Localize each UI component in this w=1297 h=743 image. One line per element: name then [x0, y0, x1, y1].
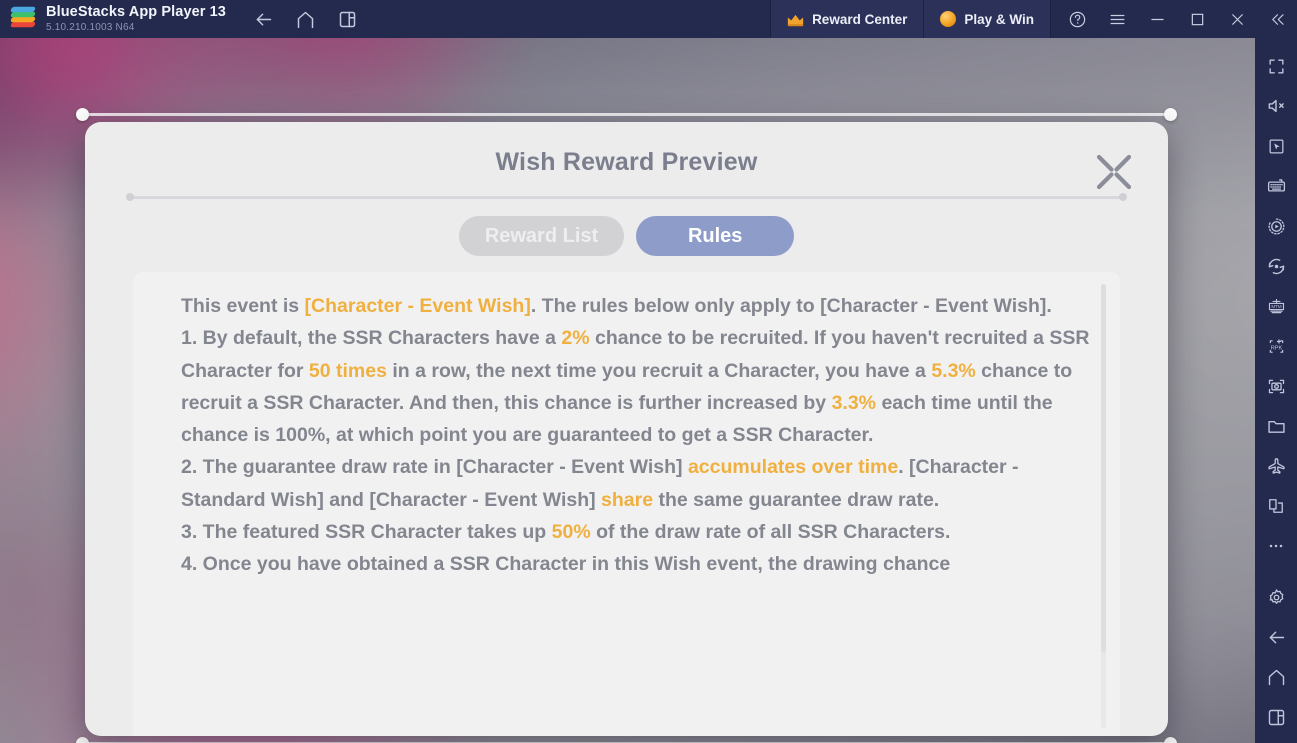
mtm-icon[interactable]: MTM	[1256, 286, 1296, 326]
coin-icon	[940, 11, 957, 27]
dialog-corner-node-top-left	[76, 108, 89, 121]
crown-icon	[787, 13, 804, 26]
mute-icon[interactable]	[1256, 86, 1296, 126]
window-titlebar: BlueStacks App Player 13 5.10.210.1003 N…	[0, 0, 1297, 38]
rule-paragraph: 2. The guarantee draw rate in [Character…	[181, 451, 1090, 516]
tab-rules-label: Rules	[687, 224, 743, 247]
app-title: BlueStacks App Player 13	[46, 3, 226, 20]
dialog-surface: Wish Reward Preview Reward List Rules Th…	[85, 122, 1168, 736]
rule-plain-text: 2. The guarantee draw rate in [Character…	[181, 456, 688, 479]
dialog-top-rail	[83, 113, 1170, 116]
rule-plain-text: 4. Once you have obtained a SSR Characte…	[181, 553, 951, 576]
rotate-icon[interactable]	[1256, 246, 1296, 286]
wish-reward-preview-dialog: Wish Reward Preview Reward List Rules Th…	[76, 108, 1177, 743]
rule-highlight-text: 2%	[561, 327, 590, 350]
scrollbar-thumb[interactable]	[1101, 284, 1106, 652]
bluestacks-sidebar: MTM RPK	[1255, 38, 1297, 743]
menu-icon[interactable]	[1097, 0, 1137, 38]
minimize-icon[interactable]	[1137, 0, 1177, 38]
rule-plain-text: . The rules below only apply to [Charact…	[530, 295, 1052, 317]
app-identity: BlueStacks App Player 13 5.10.210.1003 N…	[46, 3, 226, 34]
rule-highlight-text: [Character - Event Wish]	[304, 295, 531, 317]
rule-paragraph: 1. By default, the SSR Characters have a…	[181, 322, 1090, 451]
rule-plain-text: the same guarantee draw rate.	[653, 488, 940, 511]
tab-rules[interactable]: Rules	[636, 216, 795, 256]
rule-plain-text: in a row, the next time you recruit a Ch…	[386, 359, 932, 382]
rule-highlight-text: 50 times	[308, 359, 387, 382]
macro-record-icon[interactable]	[1256, 206, 1296, 246]
rule-highlight-text: 5.3%	[931, 359, 976, 382]
help-icon[interactable]	[1057, 0, 1097, 38]
multi-instance-icon[interactable]	[336, 7, 360, 31]
home-icon[interactable]	[1256, 657, 1296, 697]
fullscreen-icon[interactable]	[1256, 46, 1296, 86]
close-icon[interactable]	[1217, 0, 1257, 38]
screenshot-icon[interactable]	[1256, 366, 1296, 406]
more-options-icon[interactable]	[1256, 526, 1296, 566]
rpk-install-icon[interactable]: RPK	[1256, 326, 1296, 366]
rule-paragraph: 3. The featured SSR Character takes up 5…	[181, 516, 1090, 548]
reward-center-label: Reward Center	[812, 11, 908, 27]
back-icon[interactable]	[1256, 617, 1296, 657]
dialog-corner-node-bottom-right	[1164, 737, 1177, 743]
play-and-win-label: Play & Win	[964, 11, 1034, 27]
play-and-win-button[interactable]: Play & Win	[924, 0, 1051, 38]
svg-text:MTM: MTM	[1271, 304, 1282, 309]
cursor-pointer-icon[interactable]	[1256, 126, 1296, 166]
rule-plain-text: of the draw rate of all SSR Characters.	[590, 521, 951, 544]
rules-scroll-area[interactable]: This event is [Character - Event Wish]. …	[181, 290, 1090, 736]
titlebar-nav-group	[252, 7, 360, 31]
media-folder-icon[interactable]	[1256, 406, 1296, 446]
rules-content-panel: This event is [Character - Event Wish]. …	[133, 272, 1120, 736]
home-icon[interactable]	[294, 7, 318, 31]
dialog-corner-node-top-right	[1164, 108, 1177, 121]
dialog-corner-node-bottom-left	[76, 737, 89, 743]
header-divider	[129, 196, 1124, 199]
recents-icon[interactable]	[1256, 697, 1296, 737]
dialog-tabs: Reward List Rules	[85, 216, 1168, 256]
rule-highlight-text: 50%	[551, 521, 591, 544]
app-version: 5.10.210.1003 N64	[46, 22, 135, 34]
maximize-icon[interactable]	[1177, 0, 1217, 38]
back-icon[interactable]	[252, 7, 276, 31]
close-icon	[1096, 154, 1132, 190]
bluestacks-logo-icon	[9, 6, 37, 32]
close-dialog-button[interactable]	[1088, 146, 1140, 198]
rule-highlight-text: accumulates over time	[687, 456, 899, 479]
svg-text:RPK: RPK	[1270, 345, 1282, 351]
rule-plain-text: 3. The featured SSR Character takes up	[181, 521, 552, 544]
scrollbar-track[interactable]	[1101, 284, 1106, 728]
collapse-sidebar-icon[interactable]	[1257, 0, 1297, 38]
tab-reward-list[interactable]: Reward List	[458, 216, 625, 256]
rule-highlight-text: 3.3%	[831, 391, 877, 414]
copy-paste-icon[interactable]	[1256, 486, 1296, 526]
reward-center-button[interactable]: Reward Center	[770, 0, 925, 38]
game-viewport: Wish Reward Preview Reward List Rules Th…	[0, 38, 1255, 743]
settings-gear-icon[interactable]	[1256, 577, 1296, 617]
rule-plain-text: This event is	[181, 295, 305, 317]
header-divider-dot-right	[1119, 193, 1127, 201]
window-controls	[1051, 0, 1297, 38]
airplane-mode-icon[interactable]	[1256, 446, 1296, 486]
rule-paragraph: 4. Once you have obtained a SSR Characte…	[181, 548, 1090, 580]
header-divider-dot-left	[126, 193, 134, 201]
rule-highlight-text: share	[601, 488, 654, 511]
page-title: Wish Reward Preview	[495, 148, 758, 176]
tab-reward-list-label: Reward List	[484, 224, 599, 247]
rules-text: This event is [Character - Event Wish]. …	[181, 290, 1090, 581]
rule-plain-text: 1. By default, the SSR Characters have a	[181, 327, 562, 350]
rule-paragraph: This event is [Character - Event Wish]. …	[181, 290, 1090, 322]
keyboard-controls-icon[interactable]	[1256, 166, 1296, 206]
